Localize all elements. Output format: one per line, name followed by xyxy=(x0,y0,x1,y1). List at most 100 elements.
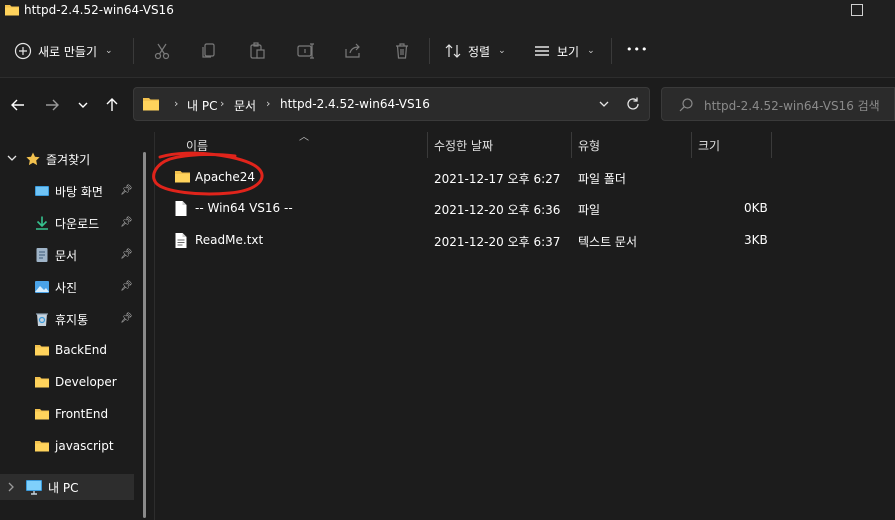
sort-ascending-icon: ︿ xyxy=(299,132,309,143)
sidebar-item-pictures[interactable]: 사진 📌︎ xyxy=(0,274,134,300)
add-icon xyxy=(14,42,32,60)
forward-icon[interactable] xyxy=(42,95,62,115)
sidebar-item-label: 다운로드 xyxy=(55,217,100,231)
more-options-button[interactable]: ••• xyxy=(626,38,648,60)
sidebar-item-label: 즐겨찾기 xyxy=(46,153,91,167)
share-icon[interactable] xyxy=(343,41,363,61)
sidebar-item-this-pc[interactable]: 내 PC xyxy=(0,474,134,500)
file-row-readme[interactable]: ReadMe.txt 2021-12-20 오후 6:37 텍스트 문서 3KB xyxy=(160,225,895,255)
file-size: 3KB xyxy=(744,233,768,247)
file-type: 텍스트 문서 xyxy=(578,235,638,249)
pin-icon: 📌︎ xyxy=(120,217,133,228)
column-divider[interactable] xyxy=(571,132,572,158)
breadcrumb-this-pc[interactable]: 내 PC xyxy=(187,97,217,114)
rename-icon[interactable] xyxy=(296,41,316,61)
column-header-name[interactable]: 이름 xyxy=(186,137,208,154)
new-button[interactable]: 새로 만들기 ⌄ xyxy=(14,40,113,62)
desktop-icon xyxy=(34,183,50,199)
sidebar-item-downloads[interactable]: 다운로드 📌︎ xyxy=(0,210,134,236)
column-divider[interactable] xyxy=(771,132,772,158)
sidebar-item-label: 내 PC xyxy=(48,481,79,495)
address-bar[interactable]: › 내 PC › 문서 › httpd-2.4.52-win64-VS16 xyxy=(133,87,650,121)
pin-icon: 📌︎ xyxy=(120,313,133,324)
sidebar-scrollbar[interactable] xyxy=(143,152,146,518)
sort-button[interactable]: 정렬 ⌄ xyxy=(444,40,506,62)
pane-divider[interactable] xyxy=(154,132,155,520)
file-row-win64-vs16[interactable]: -- Win64 VS16 -- 2021-12-20 오후 6:36 파일 0… xyxy=(160,193,895,223)
command-bar: 새로 만들기 ⌄ 정렬 ⌄ 보기 ⌄ ••• xyxy=(0,24,895,78)
navigation-pane: 즐겨찾기 바탕 화면 📌︎ 다운로드 📌︎ 문서 📌︎ 사진 📌︎ 휴지통 📌︎… xyxy=(0,132,148,520)
pin-icon: 📌︎ xyxy=(120,249,133,260)
sidebar-item-label: javascript xyxy=(55,439,114,453)
folder-icon xyxy=(34,343,50,359)
file-name: Apache24 xyxy=(195,170,256,184)
column-divider[interactable] xyxy=(691,132,692,158)
window-title: httpd-2.4.52-win64-VS16 xyxy=(24,3,174,17)
column-header-modified[interactable]: 수정한 날짜 xyxy=(434,137,493,154)
chevron-right-icon: › xyxy=(174,97,179,110)
sidebar-item-label: Developer xyxy=(55,375,117,389)
pin-icon: 📌︎ xyxy=(120,185,133,196)
file-modified: 2021-12-20 오후 6:36 xyxy=(434,203,561,217)
sidebar-item-backend[interactable]: BackEnd xyxy=(0,338,134,364)
computer-icon xyxy=(25,479,43,498)
folder-icon xyxy=(4,3,20,20)
column-header-type[interactable]: 유형 xyxy=(578,137,600,154)
column-header-size[interactable]: 크기 xyxy=(698,137,720,154)
sidebar-item-label: 문서 xyxy=(55,249,78,263)
file-type: 파일 폴더 xyxy=(578,172,626,186)
refresh-icon[interactable] xyxy=(625,96,641,115)
recent-locations-icon[interactable] xyxy=(73,95,93,115)
view-icon xyxy=(535,46,549,56)
up-icon[interactable] xyxy=(102,95,122,115)
sidebar-item-frontend[interactable]: FrontEnd xyxy=(0,402,134,428)
breadcrumb-documents[interactable]: 문서 xyxy=(234,97,256,114)
paste-icon[interactable] xyxy=(247,41,267,61)
folder-icon xyxy=(174,169,191,187)
folder-icon xyxy=(34,375,50,391)
text-file-icon xyxy=(174,232,188,252)
chevron-down-icon[interactable] xyxy=(6,152,18,167)
new-button-label: 새로 만들기 xyxy=(38,44,98,59)
copy-icon[interactable] xyxy=(199,41,219,61)
folder-icon xyxy=(34,439,50,455)
view-button[interactable]: 보기 ⌄ xyxy=(533,40,595,62)
breadcrumb-current-folder[interactable]: httpd-2.4.52-win64-VS16 xyxy=(280,97,430,111)
pin-icon: 📌︎ xyxy=(120,281,133,292)
folder-icon xyxy=(142,96,160,114)
column-divider[interactable] xyxy=(427,132,428,158)
file-modified: 2021-12-20 오후 6:37 xyxy=(434,235,561,249)
file-size: 0KB xyxy=(744,201,768,215)
sidebar-item-documents[interactable]: 문서 📌︎ xyxy=(0,242,134,268)
file-name: ReadMe.txt xyxy=(195,233,264,247)
sort-icon xyxy=(445,44,461,58)
cut-icon[interactable] xyxy=(152,41,172,61)
search-box[interactable]: httpd-2.4.52-win64-VS16 검색 xyxy=(661,87,895,121)
maximize-button[interactable] xyxy=(851,4,863,16)
chevron-right-icon[interactable] xyxy=(6,481,16,496)
search-icon xyxy=(678,97,694,116)
delete-icon[interactable] xyxy=(392,41,412,61)
sidebar-item-desktop[interactable]: 바탕 화면 📌︎ xyxy=(0,178,134,204)
view-button-label: 보기 xyxy=(557,44,580,59)
sidebar-item-label: BackEnd xyxy=(55,343,107,357)
pictures-icon xyxy=(34,279,50,295)
sidebar-item-label: 사진 xyxy=(55,281,78,295)
sidebar-item-quick-access[interactable]: 즐겨찾기 xyxy=(0,146,134,172)
sidebar-item-label: 휴지통 xyxy=(55,313,89,327)
folder-icon xyxy=(34,407,50,423)
back-icon[interactable] xyxy=(8,95,28,115)
sidebar-item-recycle-bin[interactable]: 휴지통 📌︎ xyxy=(0,306,134,332)
file-name: -- Win64 VS16 -- xyxy=(195,201,293,215)
sidebar-item-label: 바탕 화면 xyxy=(55,185,103,199)
star-icon xyxy=(25,151,41,170)
file-modified: 2021-12-17 오후 6:27 xyxy=(434,172,561,186)
recycle-bin-icon xyxy=(34,311,50,327)
sidebar-item-developer[interactable]: Developer xyxy=(0,370,134,396)
sidebar-item-label: FrontEnd xyxy=(55,407,109,421)
file-icon xyxy=(174,200,188,220)
address-dropdown-icon[interactable] xyxy=(597,97,611,114)
file-row-apache24[interactable]: Apache24 2021-12-17 오후 6:27 파일 폴더 xyxy=(160,162,895,192)
search-placeholder: httpd-2.4.52-win64-VS16 검색 xyxy=(704,99,880,113)
sidebar-item-javascript[interactable]: javascript xyxy=(0,434,134,460)
